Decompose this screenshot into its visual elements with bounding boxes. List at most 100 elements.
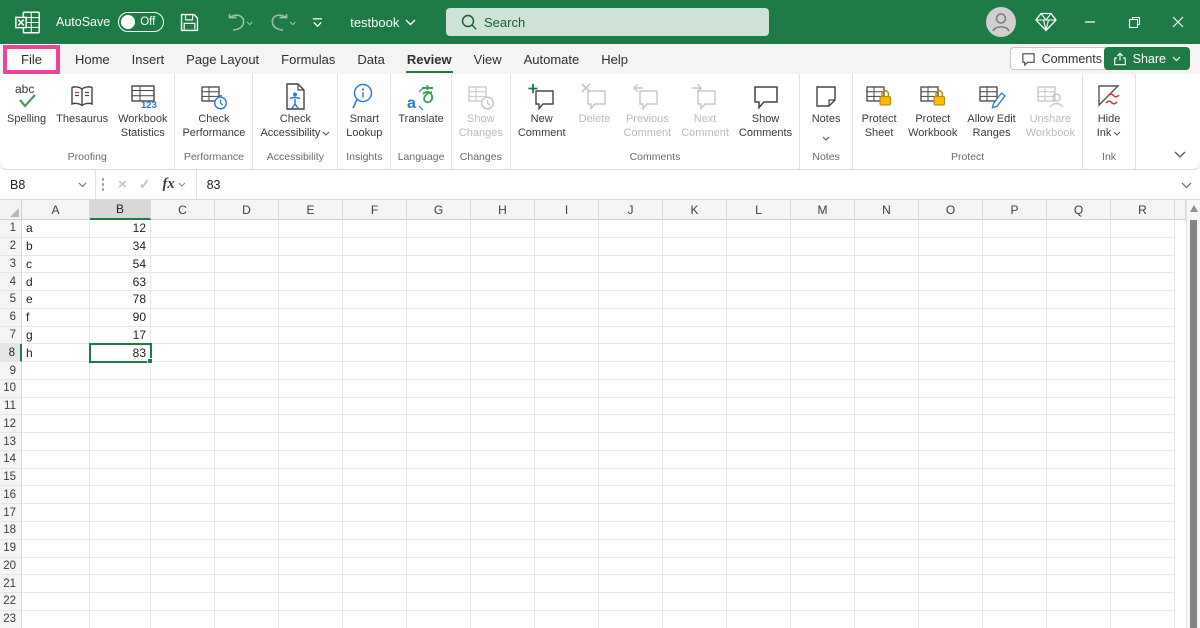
cell-P4[interactable] bbox=[983, 273, 1047, 291]
cell-H9[interactable] bbox=[471, 362, 535, 380]
cell-K8[interactable] bbox=[663, 344, 727, 362]
account-avatar[interactable] bbox=[978, 0, 1024, 44]
cell-G4[interactable] bbox=[407, 273, 471, 291]
cell-H11[interactable] bbox=[471, 398, 535, 416]
check-performance-button[interactable]: CheckPerformance bbox=[177, 79, 250, 142]
cell-J9[interactable] bbox=[599, 362, 663, 380]
cell-N2[interactable] bbox=[855, 238, 919, 256]
cell-A20[interactable] bbox=[22, 558, 90, 576]
cell-H1[interactable] bbox=[471, 220, 535, 238]
cell-L22[interactable] bbox=[727, 593, 791, 611]
cell-O11[interactable] bbox=[919, 398, 983, 416]
cell-M19[interactable] bbox=[791, 540, 855, 558]
cell-C4[interactable] bbox=[151, 273, 215, 291]
cell-M17[interactable] bbox=[791, 504, 855, 522]
cell-F20[interactable] bbox=[343, 558, 407, 576]
cell-Q20[interactable] bbox=[1047, 558, 1111, 576]
cell-F18[interactable] bbox=[343, 522, 407, 540]
cell-L14[interactable] bbox=[727, 451, 791, 469]
cell-Q16[interactable] bbox=[1047, 486, 1111, 504]
cell-R1[interactable] bbox=[1111, 220, 1175, 238]
cell-P14[interactable] bbox=[983, 451, 1047, 469]
cell-A22[interactable] bbox=[22, 593, 90, 611]
cell-E16[interactable] bbox=[279, 486, 343, 504]
row-header-21[interactable]: 21 bbox=[0, 575, 22, 593]
cell-R14[interactable] bbox=[1111, 451, 1175, 469]
cell-E5[interactable] bbox=[279, 291, 343, 309]
cell-N12[interactable] bbox=[855, 415, 919, 433]
cell-Q4[interactable] bbox=[1047, 273, 1111, 291]
cell-R4[interactable] bbox=[1111, 273, 1175, 291]
cell-K1[interactable] bbox=[663, 220, 727, 238]
row-header-9[interactable]: 9 bbox=[0, 362, 22, 380]
cell-B13[interactable] bbox=[90, 433, 151, 451]
cell-G3[interactable] bbox=[407, 256, 471, 274]
cell-N18[interactable] bbox=[855, 522, 919, 540]
cell-H3[interactable] bbox=[471, 256, 535, 274]
cell-H7[interactable] bbox=[471, 327, 535, 345]
cell-M20[interactable] bbox=[791, 558, 855, 576]
column-header-L[interactable]: L bbox=[727, 200, 791, 220]
cell-C19[interactable] bbox=[151, 540, 215, 558]
formula-input[interactable]: 83 bbox=[197, 178, 1181, 192]
cell-I17[interactable] bbox=[535, 504, 599, 522]
cell-I14[interactable] bbox=[535, 451, 599, 469]
row-header-4[interactable]: 4 bbox=[0, 273, 22, 291]
cell-N10[interactable] bbox=[855, 380, 919, 398]
cell-C21[interactable] bbox=[151, 575, 215, 593]
tab-file-highlighted[interactable]: File bbox=[3, 45, 60, 74]
cell-G23[interactable] bbox=[407, 611, 471, 628]
cell-L21[interactable] bbox=[727, 575, 791, 593]
cell-D3[interactable] bbox=[215, 256, 279, 274]
cell-A9[interactable] bbox=[22, 362, 90, 380]
cell-A23[interactable] bbox=[22, 611, 90, 628]
cell-G11[interactable] bbox=[407, 398, 471, 416]
cell-G10[interactable] bbox=[407, 380, 471, 398]
cell-K20[interactable] bbox=[663, 558, 727, 576]
cell-H12[interactable] bbox=[471, 415, 535, 433]
cell-R5[interactable] bbox=[1111, 291, 1175, 309]
cell-M5[interactable] bbox=[791, 291, 855, 309]
cell-L16[interactable] bbox=[727, 486, 791, 504]
tab-view[interactable]: View bbox=[463, 44, 513, 74]
cell-I11[interactable] bbox=[535, 398, 599, 416]
cell-H2[interactable] bbox=[471, 238, 535, 256]
column-header-Q[interactable]: Q bbox=[1047, 200, 1111, 220]
cell-D13[interactable] bbox=[215, 433, 279, 451]
cell-F14[interactable] bbox=[343, 451, 407, 469]
cell-L23[interactable] bbox=[727, 611, 791, 628]
cell-K16[interactable] bbox=[663, 486, 727, 504]
cell-Q9[interactable] bbox=[1047, 362, 1111, 380]
cell-L7[interactable] bbox=[727, 327, 791, 345]
share-button[interactable]: Share bbox=[1104, 47, 1190, 70]
cell-O4[interactable] bbox=[919, 273, 983, 291]
cell-C9[interactable] bbox=[151, 362, 215, 380]
cell-Q17[interactable] bbox=[1047, 504, 1111, 522]
cell-A15[interactable] bbox=[22, 469, 90, 487]
cell-O19[interactable] bbox=[919, 540, 983, 558]
cell-O10[interactable] bbox=[919, 380, 983, 398]
tab-help[interactable]: Help bbox=[590, 44, 639, 74]
cell-G19[interactable] bbox=[407, 540, 471, 558]
cell-N21[interactable] bbox=[855, 575, 919, 593]
autosave-toggle[interactable]: Off bbox=[118, 12, 164, 32]
cell-F22[interactable] bbox=[343, 593, 407, 611]
cell-F13[interactable] bbox=[343, 433, 407, 451]
cell-P21[interactable] bbox=[983, 575, 1047, 593]
cell-A7[interactable]: g bbox=[22, 327, 90, 345]
row-header-14[interactable]: 14 bbox=[0, 451, 22, 469]
cell-F9[interactable] bbox=[343, 362, 407, 380]
cell-A14[interactable] bbox=[22, 451, 90, 469]
cell-R9[interactable] bbox=[1111, 362, 1175, 380]
cell-E6[interactable] bbox=[279, 309, 343, 327]
cell-Q2[interactable] bbox=[1047, 238, 1111, 256]
cell-M4[interactable] bbox=[791, 273, 855, 291]
cell-P17[interactable] bbox=[983, 504, 1047, 522]
cell-D9[interactable] bbox=[215, 362, 279, 380]
restore-button[interactable] bbox=[1112, 0, 1156, 44]
save-button[interactable] bbox=[178, 11, 201, 34]
cell-J14[interactable] bbox=[599, 451, 663, 469]
cell-F4[interactable] bbox=[343, 273, 407, 291]
cell-B2[interactable]: 34 bbox=[90, 238, 151, 256]
cell-N20[interactable] bbox=[855, 558, 919, 576]
